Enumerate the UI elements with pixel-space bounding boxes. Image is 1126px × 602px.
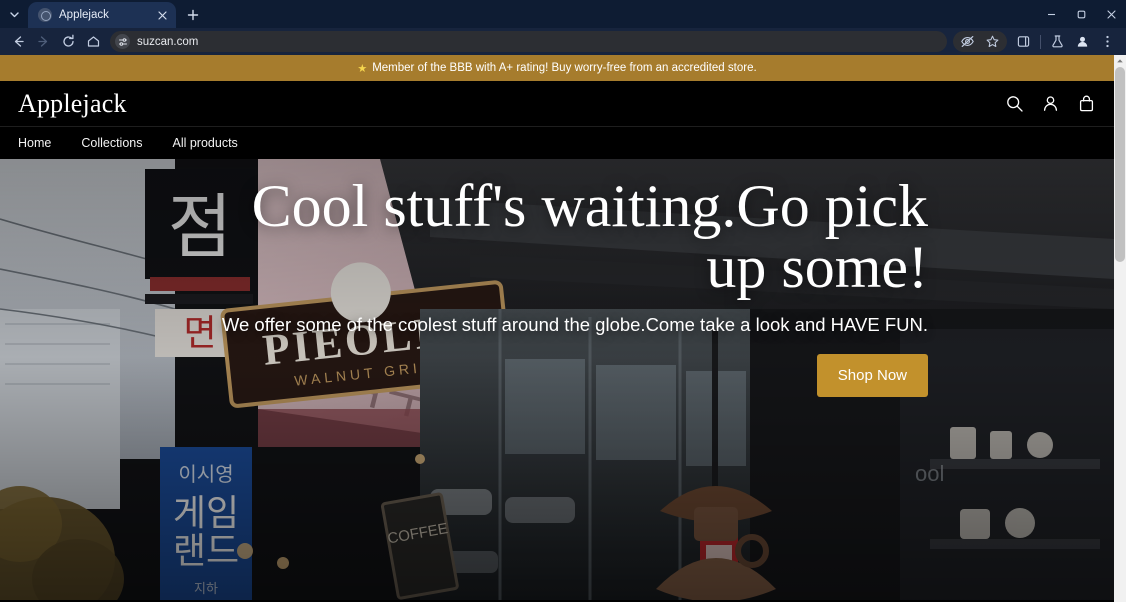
hero-content: Cool stuff's waiting.Go pick up some! We… — [0, 159, 1114, 600]
tab-title: Applejack — [59, 9, 109, 21]
home-icon — [87, 36, 100, 47]
browser-window: Applejack suzcan.com ★ Member of the BBB… — [0, 0, 1126, 602]
caret-up-icon — [1117, 59, 1123, 63]
hero-title: Cool stuff's waiting.Go pick up some! — [251, 173, 928, 301]
maximize-icon — [1077, 10, 1085, 18]
announcement-text: Member of the BBB with A+ rating! Buy wo… — [372, 62, 757, 74]
logo-row: Applejack — [0, 81, 1114, 126]
side-panel-button[interactable] — [1011, 29, 1036, 54]
side-panel-icon — [1017, 36, 1030, 47]
chevron-down-icon — [9, 11, 19, 17]
close-icon — [157, 10, 167, 20]
arrow-left-icon — [14, 36, 24, 47]
hero-banner: 점 면 이시영 게임 랜드 지하 — [0, 159, 1114, 600]
close-icon — [1106, 9, 1116, 19]
scrollbar-up-button[interactable] — [1114, 55, 1126, 67]
back-button[interactable] — [6, 29, 31, 54]
arrow-right-icon — [38, 36, 48, 47]
person-glyph — [1043, 96, 1058, 111]
tab-search-button[interactable] — [0, 0, 28, 28]
bookmark-button[interactable] — [980, 29, 1005, 54]
window-maximize-button[interactable] — [1066, 0, 1096, 28]
page-viewport: ★ Member of the BBB with A+ rating! Buy … — [0, 55, 1126, 602]
labs-button[interactable] — [1045, 29, 1070, 54]
plus-icon — [187, 9, 199, 21]
shop-now-button[interactable]: Shop Now — [816, 354, 928, 398]
tab-strip: Applejack — [0, 0, 1126, 28]
page-scrollbar[interactable] — [1114, 55, 1126, 602]
tab-close-button[interactable] — [154, 7, 170, 23]
search-icon[interactable] — [1005, 94, 1024, 113]
window-controls — [1036, 0, 1126, 28]
account-icon[interactable] — [1041, 94, 1060, 113]
reload-button[interactable] — [56, 29, 81, 54]
globe-icon — [38, 8, 52, 22]
profile-button[interactable] — [1070, 29, 1095, 54]
toolbar-divider — [1040, 34, 1041, 49]
primary-nav: Home Collections All products — [0, 126, 1114, 159]
sliders-glyph — [118, 37, 127, 46]
site-logo[interactable]: Applejack — [18, 89, 127, 119]
three-dot-menu-icon — [1106, 35, 1109, 48]
header-icon-group — [1005, 94, 1096, 113]
announcement-bar: ★ Member of the BBB with A+ rating! Buy … — [0, 55, 1114, 81]
hero-subtitle: We offer some of the coolest stuff aroun… — [221, 314, 928, 336]
minimize-icon — [1047, 13, 1055, 15]
reload-icon — [63, 34, 74, 47]
omnibox-action-pill — [953, 31, 1007, 52]
nav-item-home[interactable]: Home — [18, 136, 51, 150]
nav-item-collections[interactable]: Collections — [81, 136, 142, 150]
window-minimize-button[interactable] — [1036, 0, 1066, 28]
address-bar[interactable]: suzcan.com — [110, 31, 947, 52]
home-button[interactable] — [81, 29, 106, 54]
window-close-button[interactable] — [1096, 0, 1126, 28]
eye-slash-icon — [961, 36, 974, 47]
forward-button[interactable] — [31, 29, 56, 54]
new-tab-button[interactable] — [180, 2, 206, 28]
toolbar-right-icons — [953, 29, 1120, 54]
page-content: ★ Member of the BBB with A+ rating! Buy … — [0, 55, 1114, 602]
tune-sliders-icon[interactable] — [115, 34, 130, 49]
flask-icon — [1052, 35, 1063, 48]
cart-bag-icon[interactable] — [1077, 94, 1096, 113]
search-glyph — [1007, 96, 1023, 112]
star-icon — [986, 35, 999, 48]
browser-menu-button[interactable] — [1095, 29, 1120, 54]
scrollbar-thumb[interactable] — [1115, 67, 1125, 262]
nav-item-all-products[interactable]: All products — [172, 136, 237, 150]
browser-tab[interactable]: Applejack — [28, 2, 176, 28]
scrollbar-track[interactable] — [1114, 67, 1126, 602]
person-icon — [1077, 36, 1088, 47]
tracking-protection-button[interactable] — [955, 29, 980, 54]
url-text: suzcan.com — [137, 35, 199, 48]
browser-toolbar: suzcan.com — [0, 28, 1126, 55]
star-icon: ★ — [357, 62, 368, 75]
site-header: Applejack Home Collections All products — [0, 81, 1114, 159]
bag-glyph — [1079, 95, 1094, 112]
